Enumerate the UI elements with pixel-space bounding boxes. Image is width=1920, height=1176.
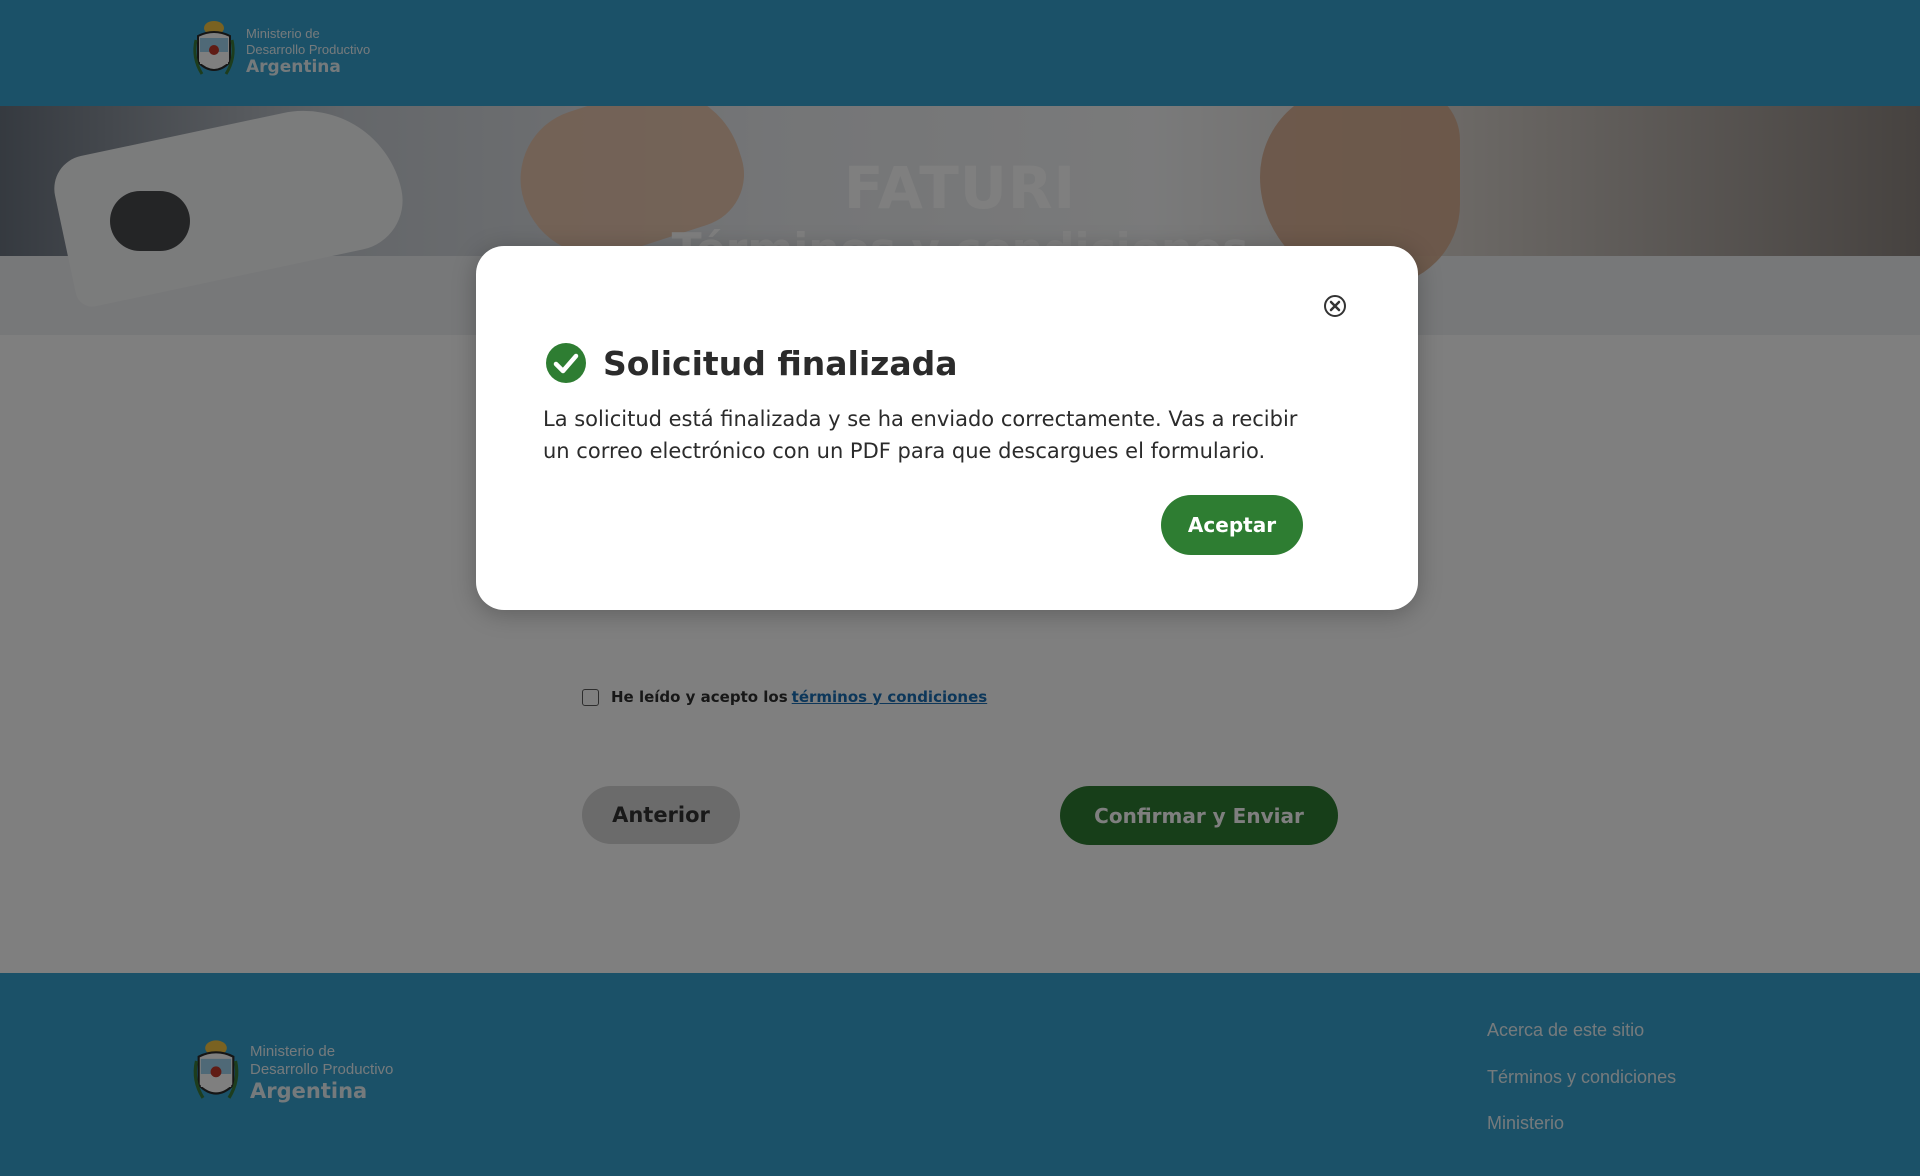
success-modal: Solicitud finalizada La solicitud está f… <box>476 246 1418 610</box>
modal-message: La solicitud está finalizada y se ha env… <box>543 407 1298 463</box>
accept-button[interactable]: Aceptar <box>1161 495 1303 555</box>
close-circle-icon[interactable] <box>1323 294 1347 318</box>
modal-title-row: Solicitud finalizada <box>545 342 958 384</box>
modal-title: Solicitud finalizada <box>603 343 958 383</box>
check-circle-icon <box>546 343 586 383</box>
